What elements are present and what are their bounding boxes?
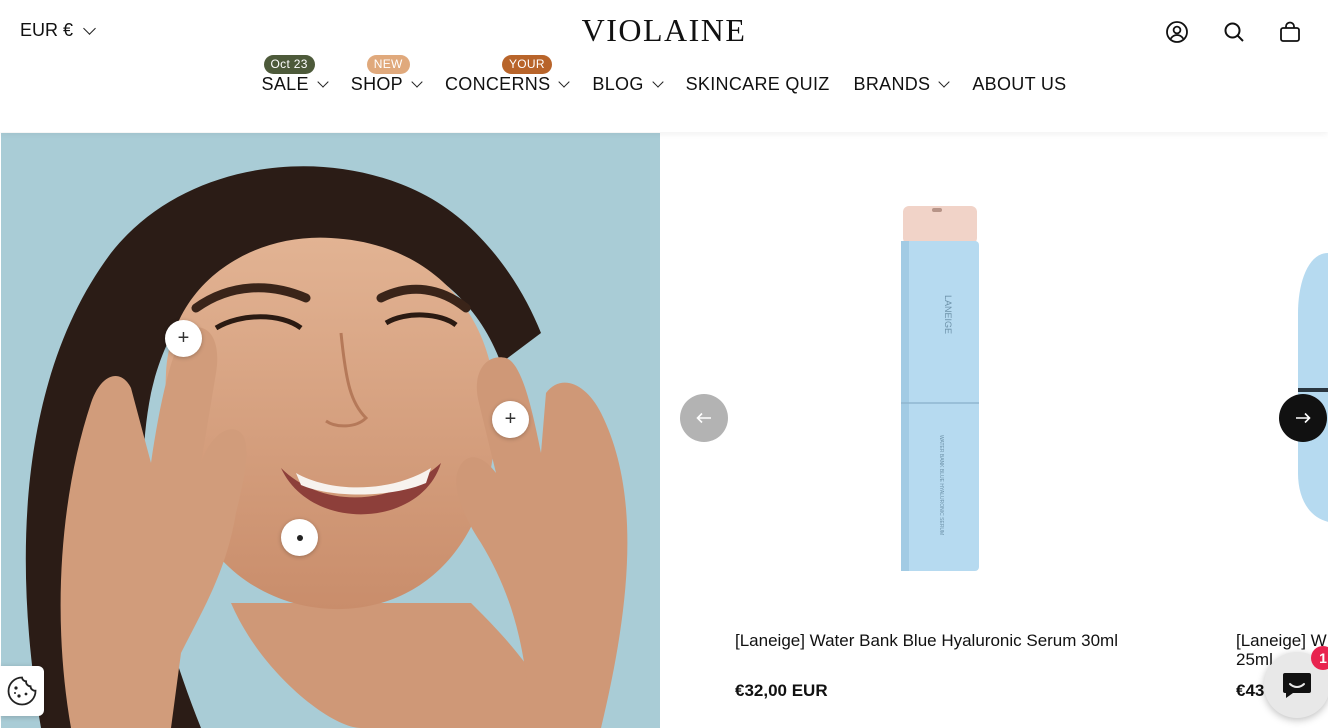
product-image[interactable] — [1298, 253, 1328, 523]
cookie-icon — [7, 676, 37, 706]
product-image[interactable]: LANEIGE WATER BANK BLUE HYALURONIC SERUM — [885, 203, 995, 573]
product-title-line: 25ml — [1236, 650, 1273, 669]
bottle-line-text: WATER BANK BLUE HYALURONIC SERUM — [938, 435, 944, 535]
hotspot-button[interactable]: + — [492, 401, 529, 438]
nav-badge: Oct 23 — [263, 55, 315, 74]
carousel-prev-button[interactable] — [680, 394, 728, 442]
nav-badge: NEW — [366, 55, 410, 74]
nav-label: SALE — [261, 74, 309, 94]
nav-badge: YOUR — [501, 55, 552, 74]
cream-jar-illustration — [1298, 253, 1328, 522]
search-icon[interactable] — [1220, 18, 1248, 46]
site-logo[interactable]: VIOLAINE — [0, 12, 1328, 49]
nav-item-skincare-quiz[interactable]: SKINCARE QUIZ — [686, 74, 830, 95]
arrow-right-icon — [1296, 412, 1311, 424]
nav-label: CONCERNS — [444, 74, 551, 94]
chevron-down-icon — [651, 76, 664, 88]
product-title[interactable]: [Laneige] Water Bank Blue Hyaluronic Ser… — [735, 631, 1118, 650]
model-photo-illustration — [1, 133, 660, 728]
chat-unread-badge: 1 — [1311, 646, 1328, 670]
hotspot-button[interactable]: + — [165, 320, 202, 357]
chevron-down-icon — [558, 76, 571, 88]
cookie-settings-button[interactable] — [0, 666, 44, 716]
arrow-left-icon — [696, 412, 711, 424]
chevron-down-icon — [938, 76, 951, 88]
product-price: €32,00 EUR — [735, 681, 828, 700]
main-nav: Oct 23 SALE NEW SHOP YOUR CONCERNS BLOG … — [0, 55, 1328, 95]
plus-icon: + — [177, 327, 190, 349]
product-price: €43 — [1236, 681, 1265, 700]
product-card[interactable]: LANEIGE WATER BANK BLUE HYALURONIC SERUM… — [735, 133, 1155, 728]
chevron-down-icon — [317, 76, 329, 88]
serum-bottle-illustration: LANEIGE WATER BANK BLUE HYALURONIC SERUM — [901, 206, 979, 571]
hero-model-image: + + — [1, 133, 660, 728]
product-title-line: [Laneige] W — [1236, 631, 1327, 650]
nav-item-shop[interactable]: NEW SHOP — [350, 55, 423, 95]
nav-label: ABOUT US — [972, 74, 1067, 94]
bottle-brand-text: LANEIGE — [943, 295, 953, 334]
nav-item-concerns[interactable]: YOUR CONCERNS — [444, 55, 571, 95]
account-icon[interactable] — [1163, 18, 1191, 46]
plus-icon: + — [504, 408, 517, 430]
nav-item-blog[interactable]: BLOG — [592, 74, 664, 95]
carousel-next-button[interactable] — [1279, 394, 1327, 442]
nav-item-sale[interactable]: Oct 23 SALE — [261, 55, 329, 95]
nav-item-about-us[interactable]: ABOUT US — [972, 74, 1066, 95]
chat-icon — [1283, 673, 1311, 698]
nav-item-brands[interactable]: BRANDS — [853, 74, 951, 95]
site-header: EUR € VIOLAINE Oct 23 SALE NEW SHOP YOUR — [0, 0, 1328, 132]
nav-label: SKINCARE QUIZ — [685, 74, 830, 94]
cart-icon[interactable] — [1276, 18, 1304, 46]
nav-label: BRANDS — [853, 74, 931, 94]
product-carousel: LANEIGE WATER BANK BLUE HYALURONIC SERUM… — [660, 133, 1328, 728]
chevron-down-icon — [411, 76, 423, 88]
dot-icon — [296, 534, 303, 541]
nav-label: BLOG — [592, 74, 644, 94]
nav-label: SHOP — [350, 74, 403, 94]
hotspot-button-active[interactable] — [281, 519, 318, 556]
